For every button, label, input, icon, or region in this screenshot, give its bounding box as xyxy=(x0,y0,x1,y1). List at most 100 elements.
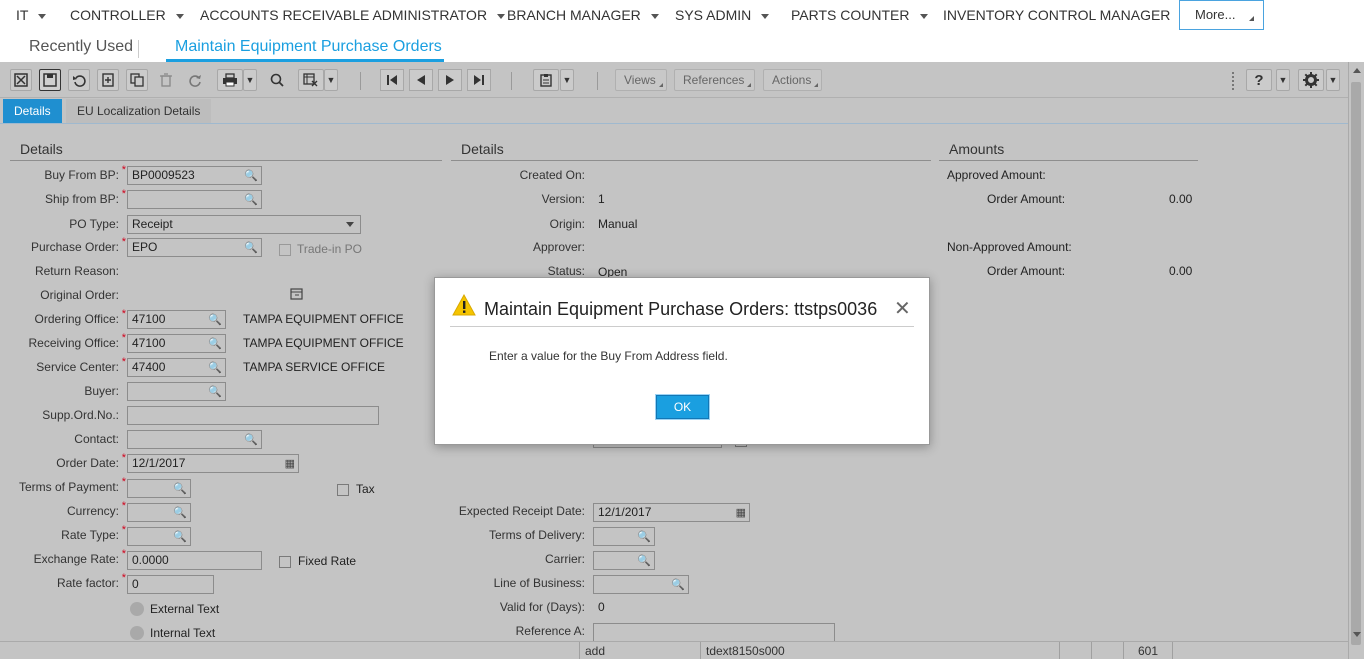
label-text: Exchange Rate: xyxy=(33,552,119,566)
refresh-icon[interactable] xyxy=(184,69,206,91)
zoom-icon[interactable]: 🔍 xyxy=(637,529,651,546)
zoom-icon[interactable]: 🔍 xyxy=(173,481,187,498)
toolbar-divider xyxy=(597,72,598,90)
field-value: 47100 xyxy=(132,336,166,350)
copy-record-icon[interactable] xyxy=(126,69,148,91)
menu-item-sys-admin[interactable]: SYS ADMIN xyxy=(675,0,770,31)
fixed-rate-checkbox[interactable] xyxy=(279,556,291,568)
last-record-icon[interactable] xyxy=(467,69,491,91)
status-company: 601 xyxy=(1123,642,1172,659)
tab-recently-used[interactable]: Recently Used xyxy=(29,38,133,56)
required-marker: * xyxy=(121,452,126,464)
order-date-field[interactable]: 12/1/2017 ▦ xyxy=(127,454,299,473)
dropdown-corner-icon xyxy=(814,83,819,87)
references-menu-button[interactable]: References xyxy=(674,69,756,91)
service-center-field[interactable]: 47400 🔍 xyxy=(127,358,226,377)
expected-receipt-date-field[interactable]: 12/1/2017 ▦ xyxy=(593,503,750,522)
first-record-icon[interactable] xyxy=(380,69,404,91)
clipboard-icon[interactable] xyxy=(533,69,559,91)
required-marker: * xyxy=(121,476,126,488)
rate-factor-field[interactable]: 0 xyxy=(127,575,214,594)
tab-eu-localization[interactable]: EU Localization Details xyxy=(66,99,212,123)
external-text-indicator[interactable] xyxy=(130,602,144,616)
settings-dropdown-icon[interactable]: ▼ xyxy=(1326,69,1340,91)
menu-item-accounts-receivable[interactable]: ACCOUNTS RECEIVABLE ADMINISTRATOR xyxy=(200,0,506,31)
zoom-icon[interactable]: 🔍 xyxy=(173,529,187,546)
save-icon[interactable] xyxy=(39,69,61,91)
tab-maintain-equipment-po[interactable]: Maintain Equipment Purchase Orders xyxy=(175,38,442,56)
gear-icon[interactable] xyxy=(1298,69,1324,91)
purchase-order-field[interactable]: EPO 🔍 xyxy=(127,238,262,257)
views-menu-button[interactable]: Views xyxy=(615,69,667,91)
currency-field[interactable]: 🔍 xyxy=(127,503,191,522)
zoom-icon[interactable]: 🔍 xyxy=(244,192,258,209)
close-icon[interactable]: ✕ xyxy=(894,296,911,321)
menu-item-branch-manager[interactable]: BRANCH MANAGER xyxy=(507,0,659,31)
zoom-icon[interactable]: 🔍 xyxy=(208,360,222,377)
menu-item-controller[interactable]: CONTROLLER xyxy=(70,0,184,31)
terms-of-delivery-field[interactable]: 🔍 xyxy=(593,527,655,546)
zoom-icon[interactable]: 🔍 xyxy=(208,336,222,353)
print-icon[interactable] xyxy=(217,69,243,91)
scroll-thumb[interactable] xyxy=(1351,82,1361,645)
calendar-icon[interactable]: ▦ xyxy=(736,505,746,522)
internal-text-indicator[interactable] xyxy=(130,626,144,640)
clipboard-dropdown-icon[interactable]: ▼ xyxy=(560,69,574,91)
zoom-icon[interactable]: 🔍 xyxy=(208,312,222,329)
undo-icon[interactable] xyxy=(68,69,90,91)
trade-in-po-checkbox[interactable] xyxy=(279,244,291,256)
supp-ord-no-field[interactable] xyxy=(127,406,379,425)
menu-item-it[interactable]: IT xyxy=(16,0,47,31)
actions-label: Actions xyxy=(772,73,812,87)
save-and-close-icon[interactable] xyxy=(10,69,32,91)
filter-dropdown-icon[interactable]: ▼ xyxy=(324,69,338,91)
reference-a-field[interactable] xyxy=(593,623,835,642)
app-window: IT CONTROLLER ACCOUNTS RECEIVABLE ADMINI… xyxy=(0,0,1364,659)
currency-label: Currency: * xyxy=(67,500,126,518)
filter-icon[interactable] xyxy=(298,69,324,91)
open-order-icon[interactable] xyxy=(290,288,303,303)
menu-item-inventory-control[interactable]: INVENTORY CONTROL MANAGER xyxy=(943,0,1189,31)
ok-button[interactable]: OK xyxy=(656,395,709,419)
internal-text-label: Internal Text xyxy=(150,626,216,640)
menu-item-parts-counter[interactable]: PARTS COUNTER xyxy=(791,0,928,31)
scroll-down-icon[interactable] xyxy=(1353,632,1361,637)
zoom-icon[interactable]: 🔍 xyxy=(671,577,685,594)
receiving-office-field[interactable]: 47100 🔍 xyxy=(127,334,226,353)
more-menu-button[interactable]: More... xyxy=(1179,0,1264,30)
exchange-rate-field[interactable]: 0.0000 xyxy=(127,551,262,570)
actions-menu-button[interactable]: Actions xyxy=(763,69,823,91)
terms-of-payment-field[interactable]: 🔍 xyxy=(127,479,191,498)
help-icon[interactable]: ? xyxy=(1246,69,1272,91)
buyer-field[interactable]: 🔍 xyxy=(127,382,226,401)
vertical-scrollbar[interactable] xyxy=(1348,62,1364,659)
tax-checkbox[interactable] xyxy=(337,484,349,496)
buy-from-bp-field[interactable]: BP0009523 🔍 xyxy=(127,166,262,185)
delete-icon[interactable] xyxy=(155,69,177,91)
zoom-icon[interactable]: 🔍 xyxy=(244,168,258,185)
zoom-icon[interactable]: 🔍 xyxy=(244,432,258,449)
print-dropdown-icon[interactable]: ▼ xyxy=(243,69,257,91)
zoom-icon[interactable]: 🔍 xyxy=(208,384,222,401)
ship-from-bp-field[interactable]: 🔍 xyxy=(127,190,262,209)
zoom-icon[interactable]: 🔍 xyxy=(637,553,651,570)
rate-type-field[interactable]: 🔍 xyxy=(127,527,191,546)
ship-from-bp-label: Ship from BP: * xyxy=(45,188,126,206)
original-order-label: Original Order: xyxy=(40,288,119,302)
help-dropdown-icon[interactable]: ▼ xyxy=(1276,69,1290,91)
calendar-icon[interactable]: ▦ xyxy=(285,456,295,473)
previous-record-icon[interactable] xyxy=(409,69,433,91)
tab-details[interactable]: Details xyxy=(3,99,62,123)
scroll-up-icon[interactable] xyxy=(1353,68,1361,73)
new-record-icon[interactable] xyxy=(97,69,119,91)
find-icon[interactable] xyxy=(266,69,288,91)
next-record-icon[interactable] xyxy=(438,69,462,91)
buyer-label: Buyer: xyxy=(84,384,119,398)
po-type-select[interactable]: Receipt xyxy=(127,215,361,234)
contact-field[interactable]: 🔍 xyxy=(127,430,262,449)
ordering-office-field[interactable]: 47100 🔍 xyxy=(127,310,226,329)
carrier-field[interactable]: 🔍 xyxy=(593,551,655,570)
zoom-icon[interactable]: 🔍 xyxy=(244,240,258,257)
zoom-icon[interactable]: 🔍 xyxy=(173,505,187,522)
line-of-business-field[interactable]: 🔍 xyxy=(593,575,689,594)
